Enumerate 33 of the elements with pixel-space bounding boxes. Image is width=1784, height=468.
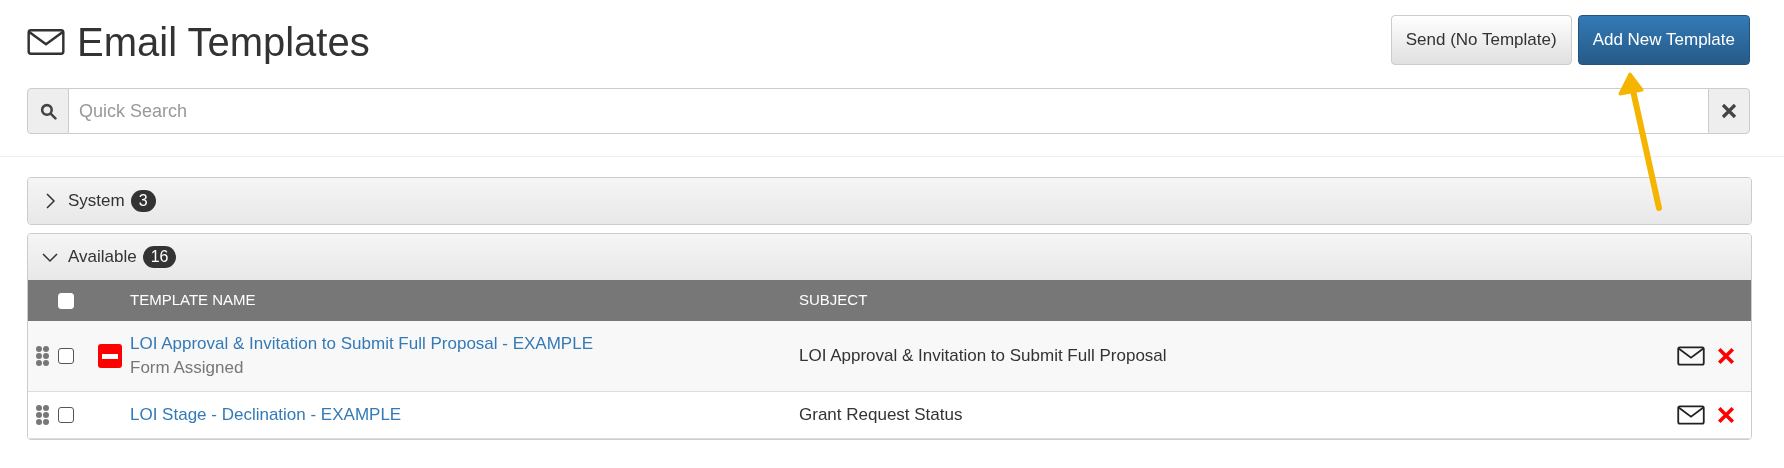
group-label: Available: [68, 246, 137, 269]
close-icon: [1721, 103, 1737, 119]
add-template-button[interactable]: Add New Template: [1577, 15, 1750, 65]
close-icon: [1717, 347, 1735, 365]
checkbox[interactable]: [58, 406, 74, 423]
send-email-button[interactable]: [1677, 346, 1705, 366]
template-note: Form Assigned: [130, 357, 244, 379]
drag-handle-icon[interactable]: [36, 346, 50, 366]
count-badge: 3: [130, 190, 156, 212]
send-email-button[interactable]: [1677, 404, 1705, 425]
group-header[interactable]: System 3: [28, 178, 1751, 224]
drag-handle-icon[interactable]: [36, 404, 50, 425]
template-link[interactable]: LOI Stage - Declination - EXAMPLE: [130, 402, 402, 427]
group-header[interactable]: Available 16: [28, 234, 1751, 280]
column-header: SUBJECT: [799, 290, 868, 311]
count-badge: 16: [142, 246, 177, 268]
clear-button[interactable]: [1708, 88, 1750, 134]
delete-button[interactable]: [1717, 347, 1735, 365]
group-label: System: [68, 190, 125, 213]
envelope-icon: [1677, 404, 1705, 425]
search-icon: [39, 102, 57, 120]
template-link[interactable]: LOI Approval & Invitation to Submit Full Proposal - EXAMPLE: [130, 332, 593, 356]
column-header: TEMPLATE NAME: [130, 290, 257, 311]
subject-cell-text: LOI Approval & Invitation to Submit Full Proposal: [799, 345, 1168, 368]
envelope-icon: [27, 28, 65, 56]
close-icon: [1717, 405, 1735, 424]
subject-cell-text: Grant Request Status: [799, 404, 964, 426]
delete-button[interactable]: [1717, 405, 1735, 424]
search-field[interactable]: Quick Search: [69, 88, 1708, 134]
send-button[interactable]: Send (No Template): [1390, 15, 1572, 65]
page-title: Email Templates: [77, 19, 370, 66]
envelope-icon: [1677, 346, 1705, 366]
checkbox[interactable]: [58, 348, 74, 364]
